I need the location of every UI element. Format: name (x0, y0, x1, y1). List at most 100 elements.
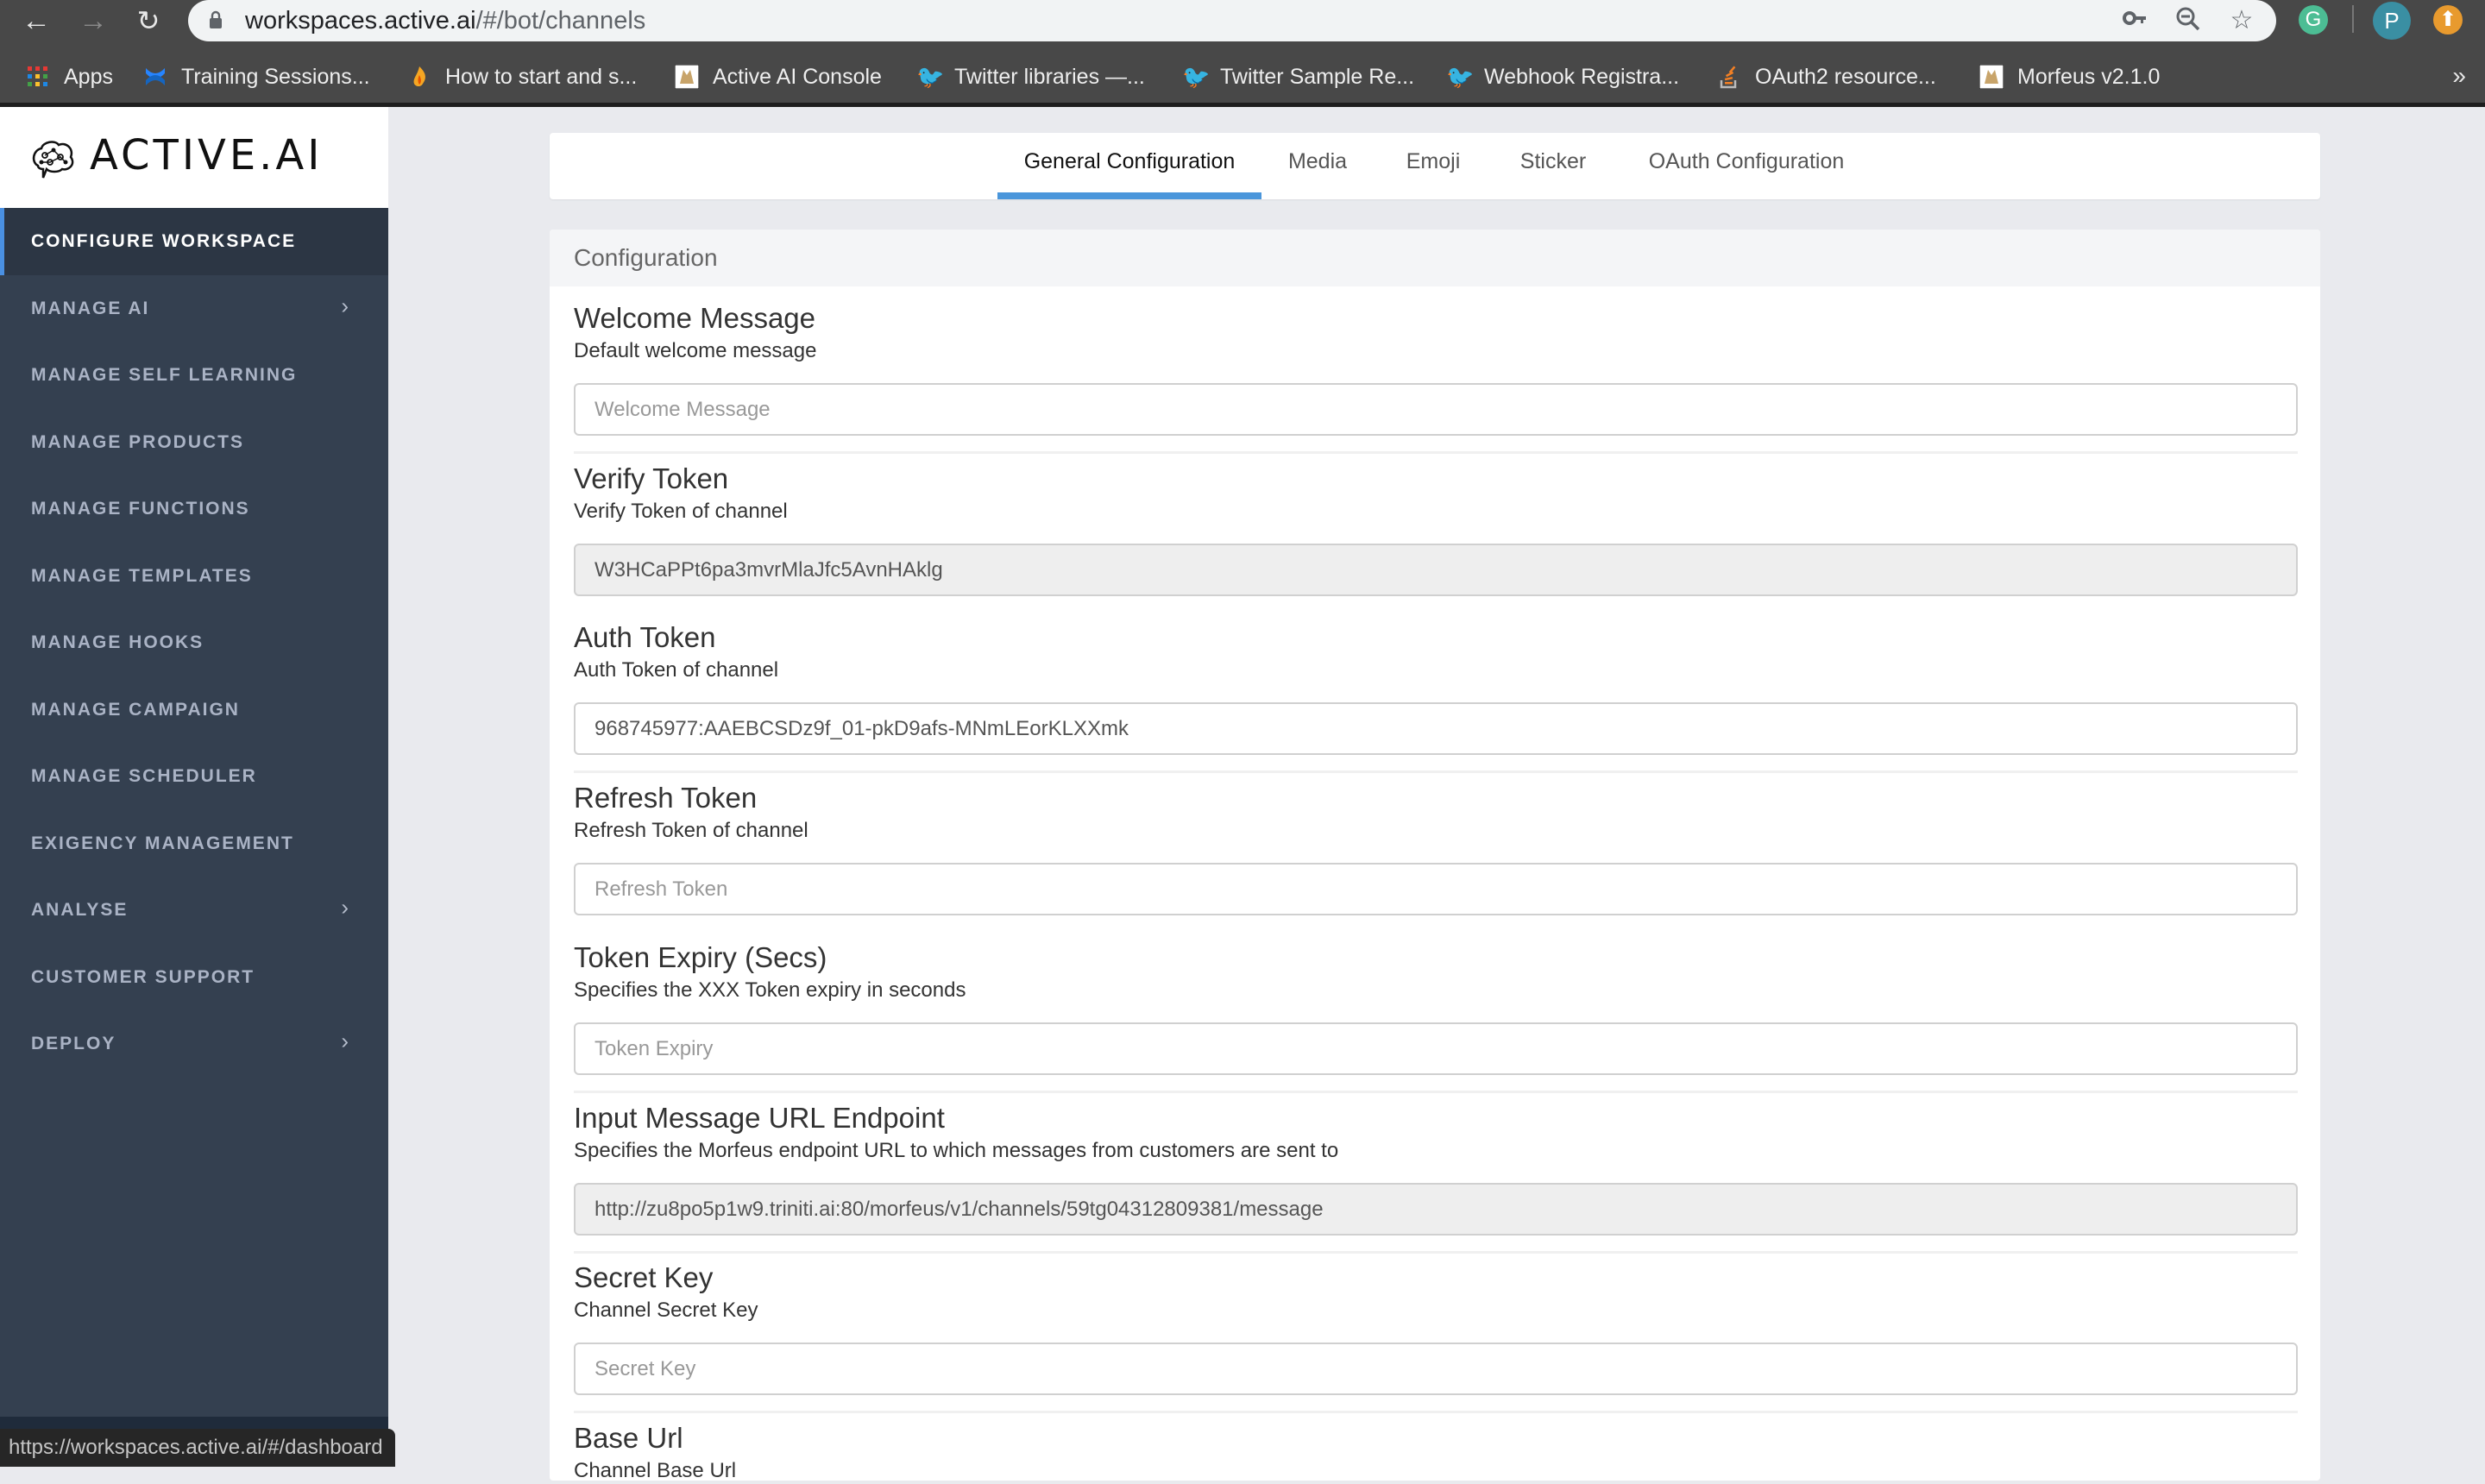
bookmark-label: Twitter Sample Re... (1220, 64, 1415, 89)
logo[interactable]: ACTIVE.AI (0, 107, 388, 208)
sidebar-item-label: CUSTOMER SUPPORT (31, 966, 255, 987)
bookmark-oauth2-resource[interactable]: OAuth2 resource... (1717, 62, 1936, 91)
bookmarks-bar: Apps Training Sessions... How to start a… (0, 55, 2485, 98)
lock-icon (210, 10, 222, 28)
field-divider (574, 770, 2298, 773)
field-description: Specifies the XXX Token expiry in second… (574, 978, 966, 1002)
field-title: Auth Token (574, 621, 716, 653)
url-path: /#/bot/channels (475, 7, 646, 35)
flame-icon (413, 66, 425, 86)
forward-button[interactable]: → (76, 3, 110, 38)
sidebar-item-manage-templates[interactable]: MANAGE TEMPLATES (0, 543, 388, 610)
bookmark-label: Twitter libraries —... (954, 64, 1145, 89)
sidebar-item-exigency-management[interactable]: EXIGENCY MANAGEMENT (0, 810, 388, 877)
field-title: Base Url (574, 1422, 683, 1454)
bookmark-star-icon[interactable]: ☆ (2226, 5, 2257, 36)
sidebar-item-label: DEPLOY (31, 1034, 116, 1054)
bookmark-apps[interactable]: Apps (26, 62, 113, 91)
sidebar: ACTIVE.AI CONFIGURE WORKSPACE MANAGE AI ›… (0, 107, 388, 1467)
bookmark-twitter-libraries[interactable]: 🐦 Twitter libraries —... (916, 62, 1145, 91)
sidebar-item-label: ANALYSE (31, 900, 129, 921)
sidebar-item-manage-hooks[interactable]: MANAGE HOOKS (0, 610, 388, 677)
field-title: Verify Token (574, 462, 729, 494)
address-bar[interactable]: workspaces.active.ai/#/bot/channels ☆ (188, 0, 2276, 41)
verify-token-input[interactable] (574, 544, 2298, 596)
field-description: Verify Token of channel (574, 500, 788, 523)
tab-oauth-configuration[interactable]: OAuth Configuration (1641, 133, 1852, 199)
field-token-expiry: Token Expiry (Secs) Specifies the XXX To… (574, 941, 2298, 1093)
bookmark-morfeus[interactable]: Morfeus v2.1.0 (1979, 62, 2160, 91)
field-description: Channel Base Url (574, 1459, 737, 1482)
sidebar-item-configure-workspace[interactable]: CONFIGURE WORKSPACE (0, 208, 388, 275)
sidebar-item-analyse[interactable]: ANALYSE › (0, 877, 388, 945)
sidebar-item-manage-functions[interactable]: MANAGE FUNCTIONS (0, 476, 388, 544)
field-description: Auth Token of channel (574, 658, 779, 682)
sidebar-item-manage-campaign[interactable]: MANAGE CAMPAIGN (0, 676, 388, 744)
field-auth-token: Auth Token Auth Token of channel (574, 621, 2298, 773)
grammarly-extension-icon[interactable]: G (2299, 5, 2328, 35)
field-description: Channel Secret Key (574, 1298, 758, 1322)
refresh-token-input[interactable] (574, 863, 2298, 915)
sidebar-item-label: MANAGE SCHEDULER (31, 766, 257, 787)
auth-token-input[interactable] (574, 702, 2298, 755)
sidebar-item-label: EXIGENCY MANAGEMENT (31, 833, 294, 853)
secret-key-input[interactable] (574, 1343, 2298, 1395)
field-title: Refresh Token (574, 782, 758, 814)
input-message-url-input[interactable] (574, 1183, 2298, 1236)
back-button[interactable]: ← (19, 3, 53, 38)
sidebar-item-customer-support[interactable]: CUSTOMER SUPPORT (0, 944, 388, 1011)
sidebar-item-manage-self-learning[interactable]: MANAGE SELF LEARNING (0, 343, 388, 410)
token-expiry-input[interactable] (574, 1022, 2298, 1075)
welcome-message-input[interactable] (574, 383, 2298, 436)
field-description: Default welcome message (574, 339, 817, 362)
profile-avatar[interactable]: P (2373, 2, 2411, 40)
config-tabs: General Configuration Media Emoji Sticke… (550, 133, 2320, 199)
sidebar-item-label: MANAGE HOOKS (31, 632, 204, 653)
sidebar-item-manage-scheduler[interactable]: MANAGE SCHEDULER (0, 744, 388, 811)
field-title: Input Message URL Endpoint (574, 1102, 945, 1134)
twitter-icon: 🐦 (1182, 64, 1211, 90)
configuration-header: Configuration (550, 230, 2320, 286)
bookmark-how-to-start[interactable]: How to start and s... (407, 62, 637, 91)
tomcat-icon (1979, 65, 2004, 89)
field-divider (574, 1091, 2298, 1093)
update-icon[interactable]: ⬆ (2433, 5, 2463, 35)
bookmark-label: Apps (64, 64, 113, 89)
tomcat-icon (675, 65, 699, 89)
key-icon[interactable] (2119, 5, 2150, 36)
bookmark-label: Webhook Registra... (1484, 64, 1680, 89)
field-verify-token: Verify Token Verify Token of channel (574, 462, 2298, 596)
tab-media[interactable]: Media (1285, 133, 1350, 199)
confluence-icon (146, 68, 165, 85)
bookmark-active-ai-console[interactable]: Active AI Console (675, 62, 882, 91)
field-base-url: Base Url Channel Base Url (574, 1422, 2298, 1484)
sidebar-item-manage-products[interactable]: MANAGE PRODUCTS (0, 409, 388, 476)
reload-button[interactable]: ↻ (131, 3, 166, 38)
sidebar-item-label: MANAGE FUNCTIONS (31, 499, 250, 519)
bookmark-label: How to start and s... (445, 64, 638, 89)
bookmark-training-sessions[interactable]: Training Sessions... (143, 62, 370, 91)
bookmark-label: Active AI Console (713, 64, 882, 89)
url-host: workspaces.active.ai (245, 7, 476, 35)
chevron-right-icon: › (341, 894, 350, 921)
tab-emoji[interactable]: Emoji (1403, 133, 1463, 199)
bookmark-twitter-sample[interactable]: 🐦 Twitter Sample Re... (1182, 62, 1414, 91)
bookmark-label: OAuth2 resource... (1755, 64, 1936, 89)
field-title: Token Expiry (Secs) (574, 941, 827, 973)
tab-sticker[interactable]: Sticker (1518, 133, 1589, 199)
brain-logo-icon (32, 141, 74, 179)
bookmark-label: Morfeus v2.1.0 (2017, 64, 2161, 89)
more-bookmarks-button[interactable]: » (2452, 62, 2466, 90)
sidebar-item-manage-ai[interactable]: MANAGE AI › (0, 275, 388, 343)
apps-grid-icon (28, 66, 47, 86)
sidebar-item-label: MANAGE PRODUCTS (31, 431, 245, 452)
sidebar-item-deploy[interactable]: DEPLOY › (0, 1011, 388, 1078)
stackoverflow-icon (1720, 66, 1737, 89)
field-refresh-token: Refresh Token Refresh Token of channel (574, 782, 2298, 915)
tab-general-configuration[interactable]: General Configuration (997, 133, 1261, 199)
field-description: Refresh Token of channel (574, 819, 808, 842)
bookmark-webhook-registration[interactable]: 🐦 Webhook Registra... (1446, 62, 1679, 91)
url-text: workspaces.active.ai/#/bot/channels (245, 7, 645, 35)
zoom-out-icon[interactable] (2173, 5, 2204, 36)
field-divider (574, 451, 2298, 454)
